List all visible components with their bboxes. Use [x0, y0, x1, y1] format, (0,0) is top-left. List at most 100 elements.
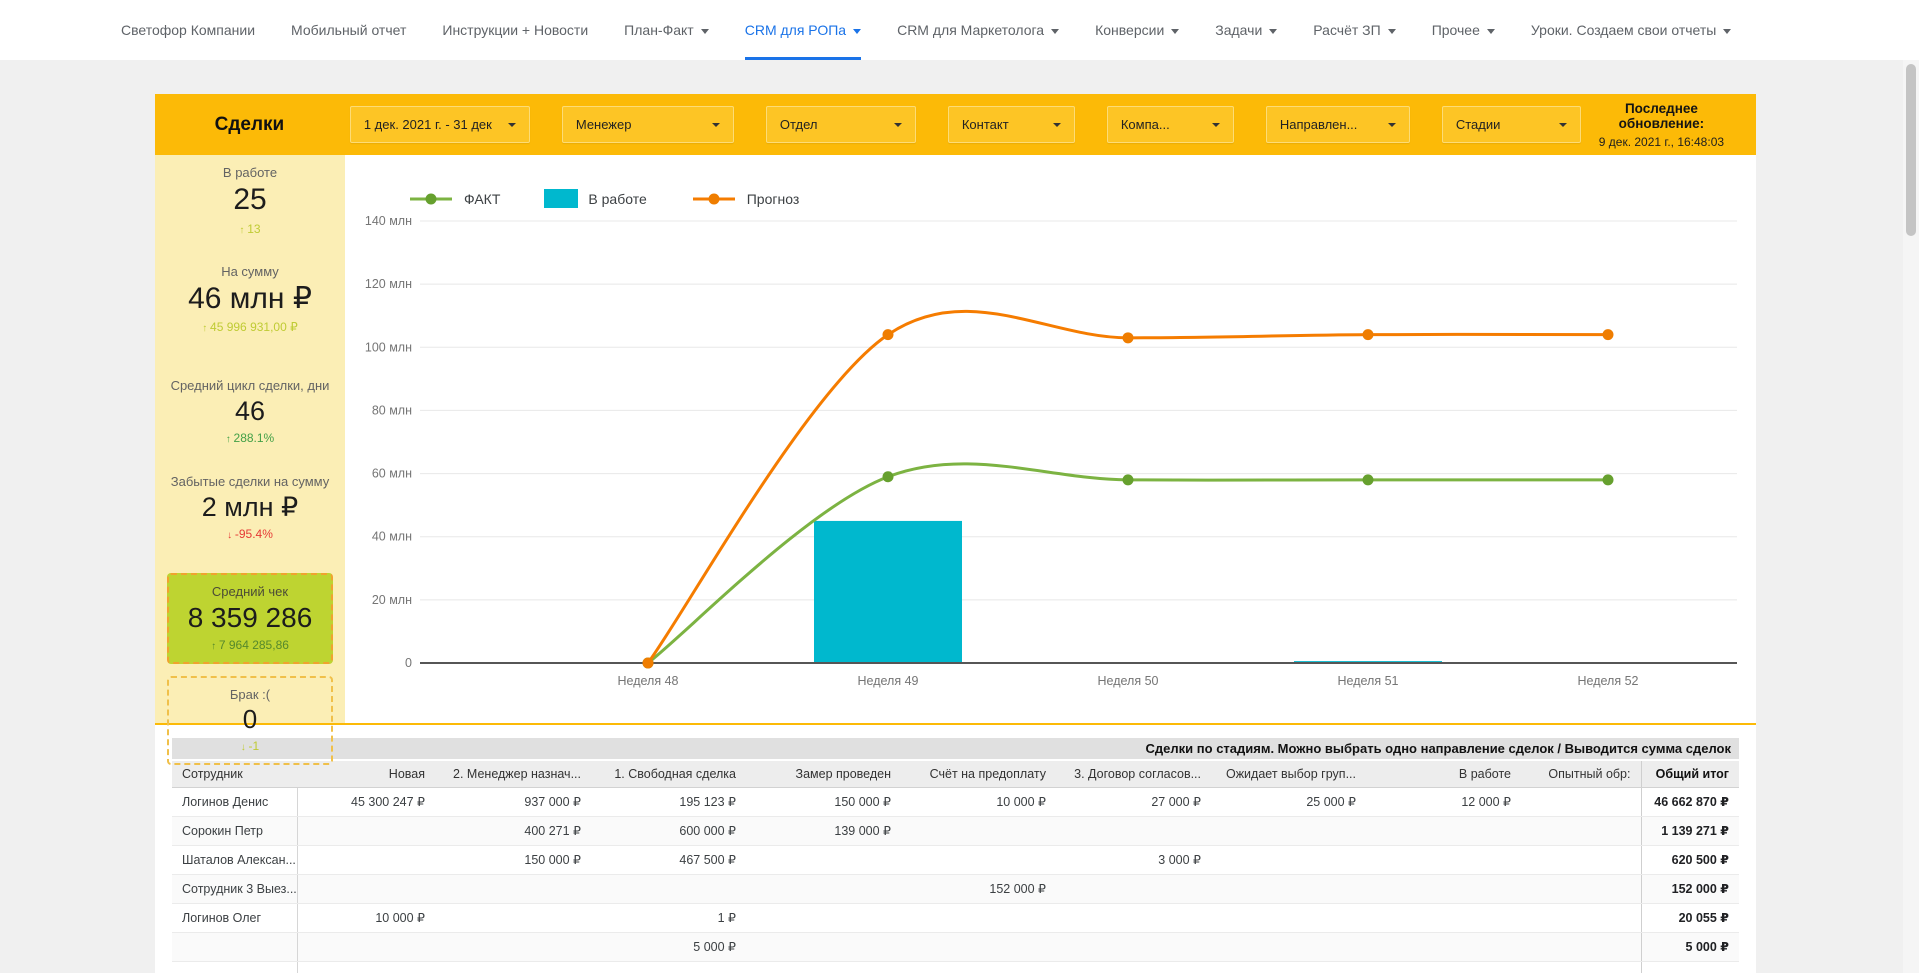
top-nav: Светофор Компании Мобильный отчет Инструкц… [0, 0, 1919, 60]
svg-text:Неделя 50: Неделя 50 [1098, 674, 1159, 688]
value-cell [1641, 961, 1739, 973]
filter-manager[interactable]: Менежер [562, 106, 734, 143]
svg-text:0: 0 [405, 656, 412, 670]
filter-direction[interactable]: Направлен... [1266, 106, 1410, 143]
scrollbar-thumb[interactable] [1906, 64, 1916, 236]
filter-label: Компа... [1121, 117, 1170, 132]
value-cell: 150 000 ₽ [746, 787, 901, 816]
filter-stages[interactable]: Стадии [1442, 106, 1581, 143]
filter-date-range[interactable]: 1 дек. 2021 г. - 31 дек [350, 106, 530, 143]
nav-tab-instructions[interactable]: Инструкции + Новости [442, 0, 588, 60]
filter-company[interactable]: Компа... [1107, 106, 1234, 143]
value-cell [297, 961, 435, 973]
kpi-label: В работе [155, 165, 345, 180]
column-header[interactable]: В работе [1366, 761, 1521, 787]
nav-tab-svetofor[interactable]: Светофор Компании [121, 0, 255, 60]
legend-item-факт: ФАКТ [408, 191, 500, 207]
kpi-delta-value: 288.1% [234, 431, 275, 445]
deals-table-section: Сделки по стадиям. Можно выбрать одно на… [155, 725, 1756, 973]
kpi-value: 46 млн ₽ [155, 282, 345, 317]
svg-text:20 млн: 20 млн [372, 593, 412, 607]
arrow-up-icon: ↑ [211, 641, 219, 652]
value-cell [901, 932, 1056, 961]
chart-panel: ФАКТВ работеПрогноз 020 млн40 млн60 млн8… [345, 155, 1756, 723]
nav-tab-label: Задачи [1215, 22, 1262, 38]
value-cell: 20 055 ₽ [1641, 903, 1739, 932]
employee-cell [172, 932, 297, 961]
kpi-avg-check: Средний чек8 359 286↑ 7 964 285,86 [167, 573, 333, 664]
kpi-value: 25 [155, 183, 345, 218]
value-cell: 5 000 ₽ [1641, 932, 1739, 961]
kpi-sidebar: В работе25↑ 13На сумму46 млн ₽↑ 45 996 9… [155, 155, 345, 723]
table-row: Сорокин Петр400 271 ₽600 000 ₽139 000 ₽1… [172, 816, 1739, 845]
combo-chart[interactable]: 020 млн40 млн60 млн80 млн100 млн120 млн1… [345, 155, 1756, 725]
deals-table: СотрудникНовая2. Менеджер назнач...1. Св… [172, 761, 1739, 973]
arrow-up-icon: ↑ [202, 323, 210, 334]
value-cell [297, 932, 435, 961]
column-header[interactable]: Общий итог [1641, 761, 1739, 787]
filter-contact[interactable]: Контакт [948, 106, 1075, 143]
value-cell [1366, 845, 1521, 874]
nav-tab-mobile[interactable]: Мобильный отчет [291, 0, 406, 60]
value-cell [901, 903, 1056, 932]
page-title: Сделки [155, 114, 344, 136]
scrollbar[interactable] [1903, 60, 1919, 973]
value-cell [591, 874, 746, 903]
filter-department[interactable]: Отдел [766, 106, 916, 143]
filter-label: Стадии [1456, 117, 1501, 132]
column-header[interactable]: 2. Менеджер назнач... [435, 761, 591, 787]
column-header[interactable]: Ожидает выбор груп... [1211, 761, 1366, 787]
value-cell: 12 000 ₽ [1366, 787, 1521, 816]
filter-label: Направлен... [1280, 117, 1358, 132]
svg-text:40 млн: 40 млн [372, 530, 412, 544]
column-header[interactable]: Опытный обр: [1521, 761, 1641, 787]
legend-label: В работе [588, 191, 646, 207]
last-update-value: 9 дек. 2021 г., 16:48:03 [1581, 135, 1742, 149]
value-cell [297, 874, 435, 903]
value-cell: 139 000 ₽ [746, 816, 901, 845]
value-cell [1366, 874, 1521, 903]
value-cell [1211, 961, 1366, 973]
nav-tab-label: Светофор Компании [121, 22, 255, 38]
value-cell: 46 662 870 ₽ [1641, 787, 1739, 816]
value-cell [1521, 932, 1641, 961]
line-sample-icon [408, 192, 454, 206]
nav-tab-crm-ropa[interactable]: CRM для РОПа [745, 0, 861, 60]
value-cell [1211, 845, 1366, 874]
employee-cell: Шаталов Алексан... [172, 845, 297, 874]
nav-tab-crm-marketing[interactable]: CRM для Маркетолога [897, 0, 1059, 60]
column-header[interactable]: Замер проведен [746, 761, 901, 787]
nav-tab-plan-fact[interactable]: План-Факт [624, 0, 709, 60]
chevron-down-icon [712, 123, 720, 127]
value-cell [1521, 961, 1641, 973]
value-cell [1521, 903, 1641, 932]
value-cell [1211, 874, 1366, 903]
nav-tab-other[interactable]: Прочее [1432, 0, 1495, 60]
chevron-down-icon [853, 29, 861, 34]
svg-text:Неделя 49: Неделя 49 [858, 674, 919, 688]
value-cell: 467 500 ₽ [591, 845, 746, 874]
kpi-value: 2 млн ₽ [155, 492, 345, 523]
nav-tab-tasks[interactable]: Задачи [1215, 0, 1277, 60]
value-cell [901, 961, 1056, 973]
value-cell: 620 500 ₽ [1641, 845, 1739, 874]
svg-text:60 млн: 60 млн [372, 467, 412, 481]
value-cell [1366, 816, 1521, 845]
column-header[interactable]: Счёт на предоплату [901, 761, 1056, 787]
nav-tab-lessons[interactable]: Уроки. Создаем свои отчеты [1531, 0, 1731, 60]
nav-tab-salary[interactable]: Расчёт ЗП [1313, 0, 1395, 60]
chevron-down-icon [1559, 123, 1567, 127]
nav-tab-conversions[interactable]: Конверсии [1095, 0, 1179, 60]
value-cell [591, 961, 746, 973]
value-cell [1211, 903, 1366, 932]
kpi-defect: Брак :(0↓ -1 [167, 676, 333, 765]
nav-tab-label: Мобильный отчет [291, 22, 406, 38]
value-cell [1056, 932, 1211, 961]
value-cell [435, 961, 591, 973]
value-cell [1056, 903, 1211, 932]
column-header[interactable]: 3. Договор согласов... [1056, 761, 1211, 787]
column-header[interactable]: 1. Свободная сделка [591, 761, 746, 787]
svg-text:100 млн: 100 млн [365, 340, 412, 354]
svg-text:120 млн: 120 млн [365, 277, 412, 291]
bar-sample-icon [544, 189, 578, 208]
